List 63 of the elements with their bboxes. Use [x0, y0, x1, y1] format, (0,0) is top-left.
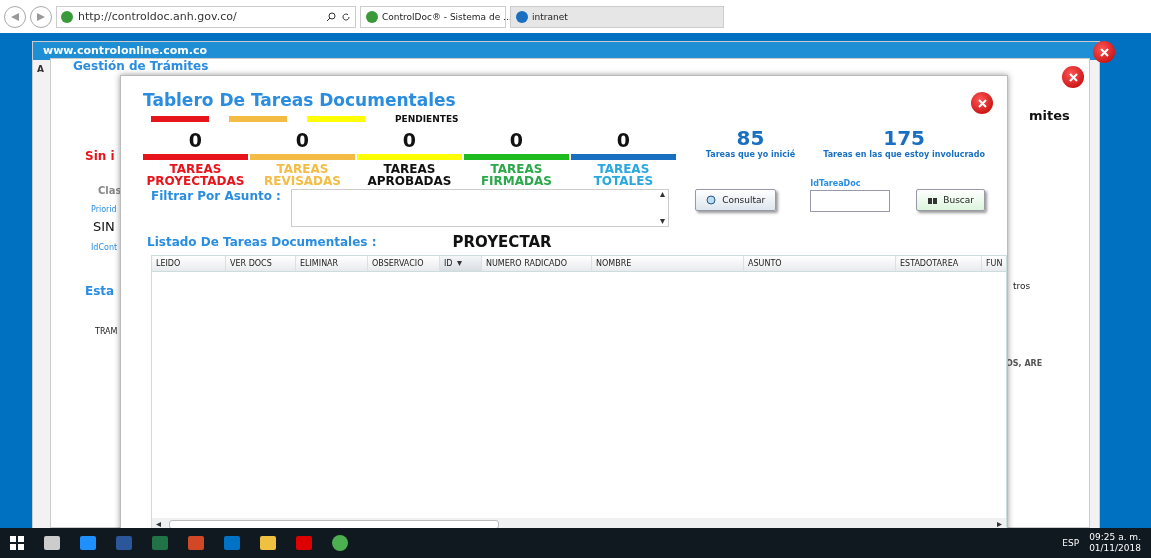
search-button[interactable]: Buscar — [916, 189, 985, 211]
stat-value: 0 — [402, 128, 417, 153]
counter-label: Tareas que yo inicié — [705, 150, 796, 159]
stat-label: TAREAS TOTALES — [593, 163, 654, 187]
subject-field[interactable] — [290, 189, 670, 227]
filter-label: Filtrar Por Asunto : — [151, 189, 281, 203]
heading-text: mites — [1029, 108, 1070, 123]
window-title: Gestión de Trámites — [73, 59, 209, 73]
consult-button[interactable]: Consultar — [695, 189, 777, 211]
close-icon[interactable] — [1093, 41, 1115, 63]
refresh-icon[interactable] — [341, 11, 351, 22]
stat-value: 0 — [509, 128, 523, 153]
tab-label: A — [37, 64, 44, 74]
stat-label: TAREAS PROYECTADAS — [146, 163, 245, 187]
right-arrow-icon[interactable] — [997, 521, 1002, 527]
address-field[interactable]: http://controldoc.anh.gov.co/ — [56, 5, 356, 28]
class-field-text: Clas — [98, 185, 122, 196]
priority-value: SIN — [93, 219, 115, 234]
counter-value: 175 — [883, 126, 925, 150]
id-label: IdTareaDoc — [810, 179, 862, 188]
search-icon — [706, 194, 718, 206]
site-icon — [366, 10, 378, 23]
column-header[interactable]: ELIMINAR — [296, 256, 368, 271]
windows-icon[interactable] — [10, 536, 24, 550]
binoculars-icon — [927, 195, 939, 205]
column-header[interactable]: ID — [440, 256, 482, 271]
id-field[interactable] — [810, 190, 891, 212]
column-header[interactable]: NOMBRE — [592, 256, 744, 271]
legend-label: PENDIENTES — [395, 114, 459, 124]
close-icon[interactable] — [971, 92, 993, 114]
stat-value: 0 — [188, 128, 203, 153]
up-arrow-icon[interactable] — [659, 192, 665, 197]
column-header[interactable]: ASUNTO — [744, 256, 896, 271]
browser-tab[interactable]: intranet — [510, 5, 724, 28]
down-arrow-icon[interactable] — [659, 219, 665, 224]
column-header[interactable]: ESTADOTAREA — [896, 256, 982, 271]
column-header: TRAM — [95, 327, 118, 336]
filter-button-text[interactable]: tros — [1013, 281, 1031, 291]
dialog-title: Tablero De Tareas Documentales — [143, 90, 456, 110]
section-title: Esta — [85, 284, 115, 298]
list-title: Listado De Tareas Documentales : — [147, 235, 377, 249]
stat-value: 0 — [616, 128, 630, 153]
column-header[interactable]: VER DOCS — [226, 256, 296, 271]
language-indicator[interactable]: ESP — [1062, 538, 1080, 548]
column-header[interactable]: NUMERO RADICADO — [482, 256, 592, 271]
clock[interactable]: 09:25 a. m. 01/11/2018 — [1089, 532, 1141, 554]
id-label: IdCont — [91, 243, 118, 252]
left-arrow-icon[interactable] — [156, 521, 161, 527]
column-header[interactable]: LEIDO — [152, 256, 226, 271]
stat-value: 0 — [295, 128, 310, 153]
stat-label: TAREAS REVISADAS — [263, 163, 341, 187]
search-icon[interactable] — [326, 11, 336, 22]
site-icon — [516, 10, 528, 23]
counter-label: Tareas en las que estoy involucrado — [823, 150, 985, 159]
stat-label: TAREAS FIRMADAS — [480, 163, 552, 187]
site-icon — [61, 10, 73, 23]
stat-label: TAREAS APROBADAS — [367, 163, 452, 187]
counter-value: 85 — [736, 126, 765, 150]
column-header[interactable]: FUN — [982, 256, 1006, 271]
mode-label: PROYECTAR — [452, 233, 552, 251]
sort-caret-icon[interactable] — [456, 261, 462, 266]
status-text: Sin i — [85, 149, 115, 163]
priority-label: Priorid — [91, 205, 117, 214]
